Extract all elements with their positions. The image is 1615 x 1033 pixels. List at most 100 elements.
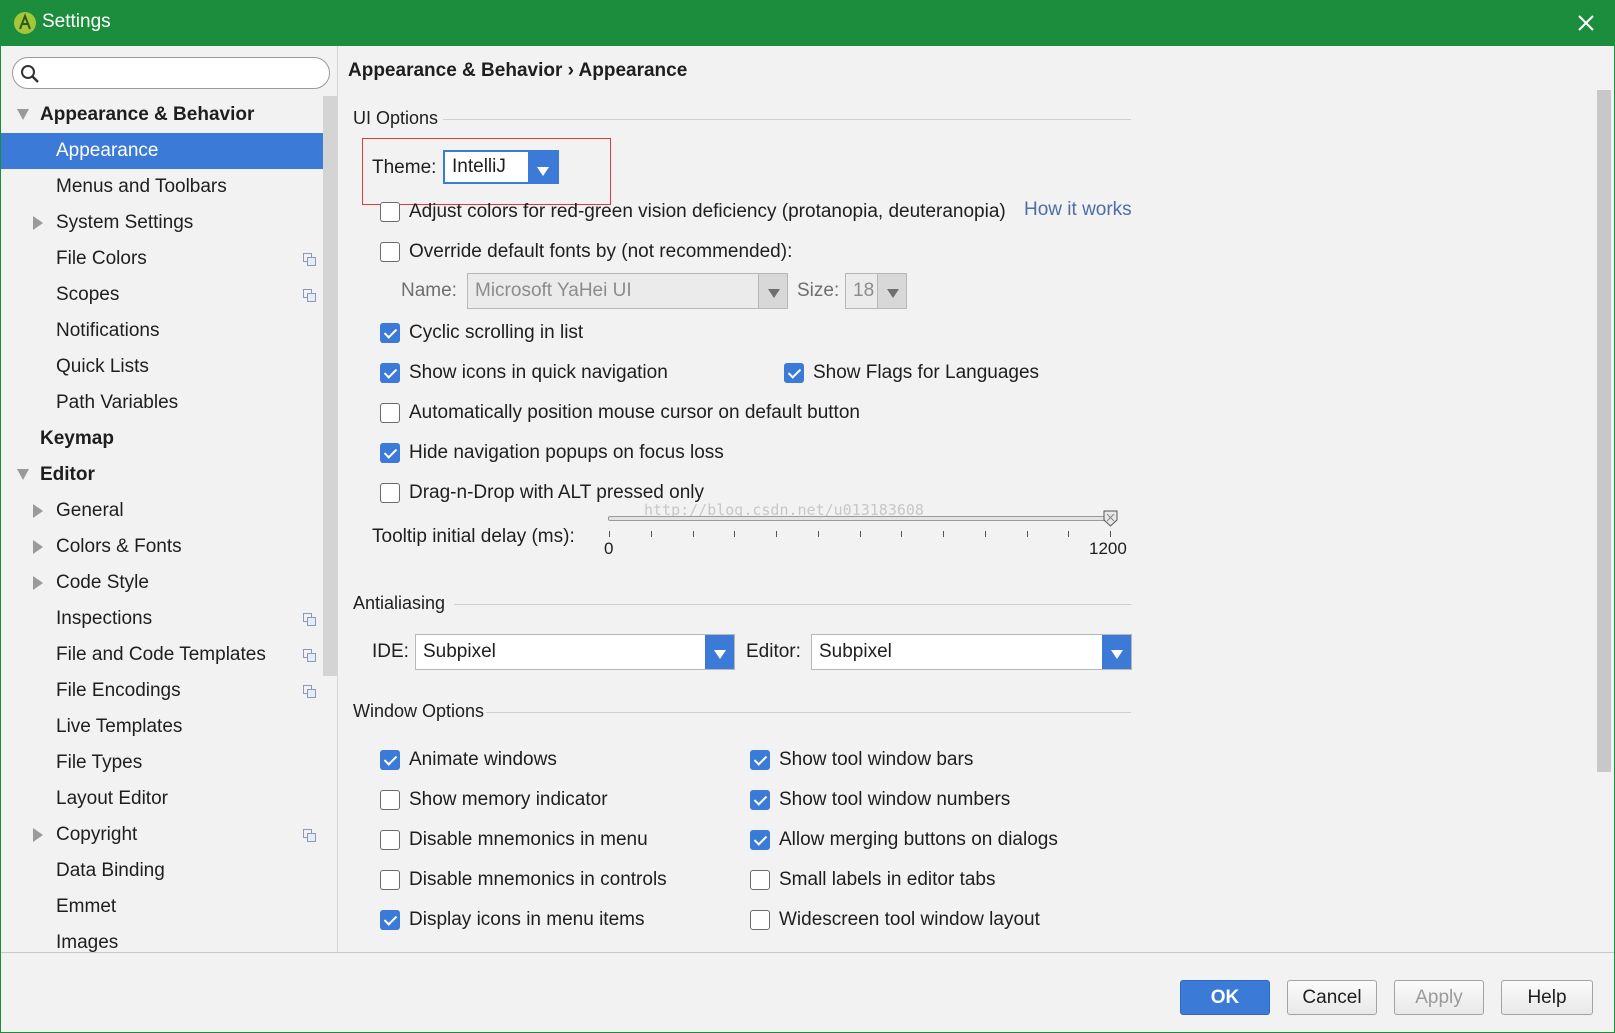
checkbox-box[interactable]: [750, 750, 770, 770]
project-level-icon: [303, 253, 316, 266]
sidebar-item-file-and-code-templates[interactable]: File and Code Templates: [1, 637, 337, 673]
checkbox-box[interactable]: [380, 790, 400, 810]
checkbox-box[interactable]: [380, 403, 400, 423]
sidebar-item-appearance[interactable]: Appearance: [1, 133, 337, 169]
how-it-works-link[interactable]: How it works: [1024, 199, 1132, 221]
sidebar-item-scopes[interactable]: Scopes: [1, 277, 337, 313]
sidebar-item-label: Colors & Fonts: [56, 536, 182, 557]
checkbox-box[interactable]: [380, 910, 400, 930]
sidebar-item-label: System Settings: [56, 212, 194, 233]
font-size-dropdown[interactable]: 18: [845, 273, 907, 309]
expand-arrow-right-icon[interactable]: [33, 576, 43, 590]
expand-arrow-down-icon[interactable]: [17, 469, 29, 480]
expand-arrow-right-icon[interactable]: [33, 828, 43, 842]
slider-tick: [901, 531, 903, 537]
checkbox-box[interactable]: [380, 750, 400, 770]
checkbox-box[interactable]: [380, 242, 400, 262]
sidebar-item-path-variables[interactable]: Path Variables: [1, 385, 337, 421]
expand-arrow-right-icon[interactable]: [33, 216, 43, 230]
cancel-button[interactable]: Cancel: [1287, 980, 1377, 1015]
sidebar-item-editor[interactable]: Editor: [1, 457, 337, 493]
sidebar-item-label: Layout Editor: [56, 788, 168, 809]
chevron-down-icon[interactable]: [1102, 635, 1131, 669]
font-name-dropdown[interactable]: Microsoft YaHei UI: [467, 273, 788, 309]
chevron-down-icon[interactable]: [705, 635, 734, 669]
sidebar-item-notifications[interactable]: Notifications: [1, 313, 337, 349]
sidebar-item-data-binding[interactable]: Data Binding: [1, 853, 337, 889]
antialiasing-divider: [454, 604, 1131, 605]
sidebar-item-code-style[interactable]: Code Style: [1, 565, 337, 601]
expand-arrow-down-icon[interactable]: [17, 109, 29, 120]
sidebar-item-colors-fonts[interactable]: Colors & Fonts: [1, 529, 337, 565]
chevron-down-icon[interactable]: [877, 274, 906, 308]
search-field[interactable]: [12, 57, 330, 89]
sidebar-item-keymap[interactable]: Keymap: [1, 421, 337, 457]
disable-mnemonics-menu-label: Disable mnemonics in menu: [409, 829, 648, 850]
sidebar-item-layout-editor[interactable]: Layout Editor: [1, 781, 337, 817]
tooltip-delay-slider[interactable]: [608, 516, 1111, 521]
checkbox-box[interactable]: [750, 830, 770, 850]
sidebar-item-copyright[interactable]: Copyright: [1, 817, 337, 853]
checkbox-box[interactable]: [784, 363, 804, 383]
sidebar-item-system-settings[interactable]: System Settings: [1, 205, 337, 241]
checkbox-box[interactable]: [750, 870, 770, 890]
apply-button[interactable]: Apply: [1394, 980, 1484, 1015]
slider-tick: [943, 531, 944, 537]
sidebar-item-file-encodings[interactable]: File Encodings: [1, 673, 337, 709]
expand-arrow-right-icon[interactable]: [33, 540, 43, 554]
theme-value: IntelliJ: [452, 156, 506, 177]
sidebar-item-quick-lists[interactable]: Quick Lists: [1, 349, 337, 385]
slider-tick: [1110, 531, 1111, 537]
checkbox-box[interactable]: [380, 483, 400, 503]
sidebar-scrollbar[interactable]: [323, 96, 337, 676]
checkbox-box[interactable]: [750, 790, 770, 810]
sidebar-item-appearance-behavior[interactable]: Appearance & Behavior: [1, 97, 337, 133]
sidebar-item-inspections[interactable]: Inspections: [1, 601, 337, 637]
checkbox-box[interactable]: [380, 870, 400, 890]
editor-antialiasing-dropdown[interactable]: Subpixel: [811, 634, 1132, 670]
help-button[interactable]: Help: [1501, 980, 1593, 1015]
ide-antialiasing-dropdown[interactable]: Subpixel: [415, 634, 735, 670]
sidebar-item-label: Inspections: [56, 608, 153, 629]
sidebar-item-live-templates[interactable]: Live Templates: [1, 709, 337, 745]
slider-tick: [817, 531, 819, 537]
content-scrollbar[interactable]: [1594, 46, 1614, 952]
sidebar-item-file-types[interactable]: File Types: [1, 745, 337, 781]
font-name-label: Name:: [401, 280, 457, 301]
close-icon[interactable]: [1572, 9, 1600, 37]
sidebar-item-label: Live Templates: [56, 716, 183, 737]
sidebar-item-emmet[interactable]: Emmet: [1, 889, 337, 925]
font-name-value: Microsoft YaHei UI: [475, 280, 632, 301]
window-title: Settings: [42, 11, 111, 32]
sidebar-item-label: Data Binding: [56, 860, 165, 881]
checkbox-box[interactable]: [380, 363, 400, 383]
expand-arrow-right-icon[interactable]: [33, 504, 43, 518]
scrollbar-thumb[interactable]: [1597, 90, 1611, 772]
widescreen-layout-label: Widescreen tool window layout: [779, 909, 1040, 930]
ok-button[interactable]: OK: [1180, 980, 1270, 1015]
sidebar-item-label: File Types: [56, 752, 143, 773]
checkbox-box[interactable]: [750, 910, 770, 930]
show-flags-label: Show Flags for Languages: [813, 362, 1040, 383]
display-icons-menu-label: Display icons in menu items: [409, 909, 645, 930]
settings-sidebar: Appearance & Behavior Appearance Menus and…: [1, 46, 338, 952]
slider-thumb[interactable]: [1103, 510, 1118, 527]
slider-tick: [859, 531, 861, 537]
checkbox-box[interactable]: [380, 323, 400, 343]
checkbox-box[interactable]: [380, 202, 400, 222]
sidebar-item-menus-and-toolbars[interactable]: Menus and Toolbars: [1, 169, 337, 205]
sidebar-item-label: File Encodings: [56, 680, 181, 701]
ide-antialiasing-value: Subpixel: [423, 641, 496, 662]
checkbox-box[interactable]: [380, 830, 400, 850]
sidebar-item-images[interactable]: Images: [1, 925, 337, 952]
theme-dropdown[interactable]: IntelliJ: [443, 150, 559, 184]
sidebar-item-file-colors[interactable]: File Colors: [1, 241, 337, 277]
chevron-down-icon[interactable]: [528, 152, 557, 182]
sidebar-item-label: File and Code Templates: [56, 644, 266, 665]
sidebar-item-general[interactable]: General: [1, 493, 337, 529]
editor-label: Editor:: [746, 641, 801, 662]
checkbox-box[interactable]: [380, 443, 400, 463]
slider-tick: [984, 531, 986, 537]
project-level-icon: [303, 613, 316, 626]
chevron-down-icon[interactable]: [758, 274, 787, 308]
